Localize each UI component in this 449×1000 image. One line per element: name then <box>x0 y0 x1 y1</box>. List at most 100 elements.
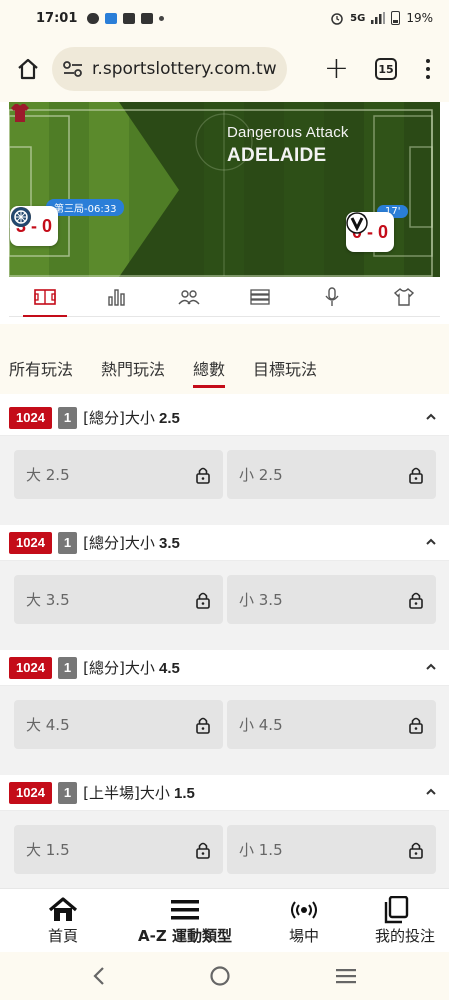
tab-kit[interactable] <box>368 277 440 316</box>
over-option[interactable]: 大 1.5 <box>14 825 223 874</box>
option-label: 大 1.5 <box>26 841 70 859</box>
market-header[interactable]: 1024 1 [總分]大小 4.5 <box>0 650 449 686</box>
lock-icon <box>409 467 423 484</box>
microphone-icon <box>325 286 339 306</box>
market-options: 大 4.5 小 4.5 <box>0 686 449 775</box>
market-options: 大 2.5 小 2.5 <box>0 436 449 525</box>
filter-tab-all[interactable]: 所有玩法 <box>9 356 73 388</box>
home-button[interactable] <box>12 53 44 85</box>
team-shirt-icon <box>11 104 29 122</box>
system-navigation <box>0 952 449 1000</box>
option-label: 大 2.5 <box>26 466 70 484</box>
market-code-badge: 1024 <box>9 656 52 679</box>
over-option[interactable]: 大 3.5 <box>14 575 223 624</box>
left-score-card[interactable]: 3 - 0 <box>10 206 59 246</box>
live-broadcast-icon <box>291 901 317 919</box>
battery-percent: 19% <box>406 11 433 25</box>
lock-icon <box>196 592 210 609</box>
market-options: 大 3.5 小 3.5 <box>0 561 449 650</box>
market-number-badge: 1 <box>57 656 78 679</box>
market-header[interactable]: 1024 1 [總分]大小 3.5 <box>0 525 449 561</box>
stats-icon <box>108 288 125 306</box>
site-settings-icon[interactable] <box>62 60 84 78</box>
market-header[interactable]: 1024 1 [總分]大小 2.5 <box>0 400 449 436</box>
nav-sports-az-label: A-Z 運動類型 <box>138 927 232 945</box>
market-number-badge: 1 <box>57 781 78 804</box>
signal-icon <box>371 12 386 24</box>
lock-icon <box>409 842 423 859</box>
lock-icon <box>196 467 210 484</box>
chat-icon <box>87 12 100 24</box>
field-icon <box>34 288 56 305</box>
wheel-team-logo-icon <box>11 207 31 227</box>
network-label: 5G <box>350 12 366 24</box>
home-circle-icon[interactable] <box>209 965 231 987</box>
market-number-badge: 1 <box>57 406 78 429</box>
new-tab-button[interactable]: + <box>324 54 349 84</box>
market-code-badge: 1024 <box>9 531 52 554</box>
back-icon[interactable] <box>92 966 106 986</box>
live-match-tracker: Dangerous Attack ADELAIDE 第三局-06:33 3 - … <box>9 102 440 277</box>
menu-icon <box>171 900 199 920</box>
nav-my-bets[interactable]: 我的投注 <box>364 889 449 952</box>
bet-type-filter: 所有玩法 熱門玩法 總數 目標玩法 <box>0 324 449 394</box>
market-title: [總分]大小 2.5 <box>83 409 180 427</box>
clock: 17:01 <box>36 10 78 26</box>
market-options: 大 1.5 小 1.5 <box>0 811 449 888</box>
market-title: [總分]大小 4.5 <box>83 659 180 677</box>
under-option[interactable]: 小 3.5 <box>227 575 436 624</box>
under-option[interactable]: 小 2.5 <box>227 450 436 499</box>
filter-tab-popular[interactable]: 熱門玩法 <box>101 356 165 388</box>
lock-icon <box>196 717 210 734</box>
event-title: Dangerous Attack <box>227 124 349 141</box>
address-bar[interactable]: r.sportslottery.com.tw <box>52 47 287 91</box>
youtube-icon <box>123 12 136 24</box>
url-text: r.sportslottery.com.tw <box>92 59 277 79</box>
alarm-icon <box>331 13 343 25</box>
nav-home[interactable]: 首頁 <box>0 889 126 952</box>
chevron-up-icon[interactable] <box>425 412 437 422</box>
recents-icon[interactable] <box>335 967 357 985</box>
tab-field[interactable] <box>9 277 81 317</box>
filter-tabs: 所有玩法 熱門玩法 總數 目標玩法 <box>9 356 317 388</box>
chevron-up-icon[interactable] <box>425 537 437 547</box>
event-team: ADELAIDE <box>227 145 327 166</box>
tab-list[interactable] <box>224 277 296 316</box>
over-option[interactable]: 大 2.5 <box>14 450 223 499</box>
lock-icon <box>409 717 423 734</box>
filter-tab-totals[interactable]: 總數 <box>193 356 226 388</box>
nav-live-label: 場中 <box>288 927 319 945</box>
browser-actions: + 15 <box>324 54 437 84</box>
chevron-up-icon[interactable] <box>425 662 437 672</box>
right-score-card[interactable]: 0 - 0 <box>346 212 395 252</box>
option-label: 小 4.5 <box>239 716 283 734</box>
tab-switcher-button[interactable]: 15 <box>375 58 397 80</box>
filter-tab-goals[interactable]: 目標玩法 <box>253 356 317 388</box>
over-option[interactable]: 大 4.5 <box>14 700 223 749</box>
battery-icon <box>391 11 401 25</box>
copy-document-icon <box>384 896 409 924</box>
tab-commentary[interactable] <box>296 277 368 316</box>
shirt-icon <box>394 287 415 306</box>
market-header[interactable]: 1024 1 [上半場]大小 1.5 <box>0 775 449 811</box>
market-code-badge: 1024 <box>9 406 52 429</box>
bottom-navigation: 首頁 A-Z 運動類型 場中 我的投注 <box>0 888 449 952</box>
lock-icon <box>409 592 423 609</box>
notification-icons <box>87 12 165 24</box>
nav-live[interactable]: 場中 <box>244 889 364 952</box>
nav-sports-az[interactable]: A-Z 運動類型 <box>126 889 244 952</box>
opponent-logo-icon <box>346 212 368 234</box>
event-overlay: Dangerous Attack ADELAIDE <box>227 124 349 167</box>
match-view-tabs <box>9 277 440 317</box>
tab-stats[interactable] <box>81 277 153 316</box>
app-icon <box>105 12 118 24</box>
browser-menu-button[interactable] <box>423 59 433 79</box>
ai-icon <box>141 12 154 24</box>
under-option[interactable]: 小 4.5 <box>227 700 436 749</box>
option-label: 小 1.5 <box>239 841 283 859</box>
under-option[interactable]: 小 1.5 <box>227 825 436 874</box>
market-code-badge: 1024 <box>9 781 52 804</box>
chevron-up-icon[interactable] <box>425 787 437 797</box>
tab-lineup[interactable] <box>153 277 225 316</box>
lock-icon <box>196 842 210 859</box>
